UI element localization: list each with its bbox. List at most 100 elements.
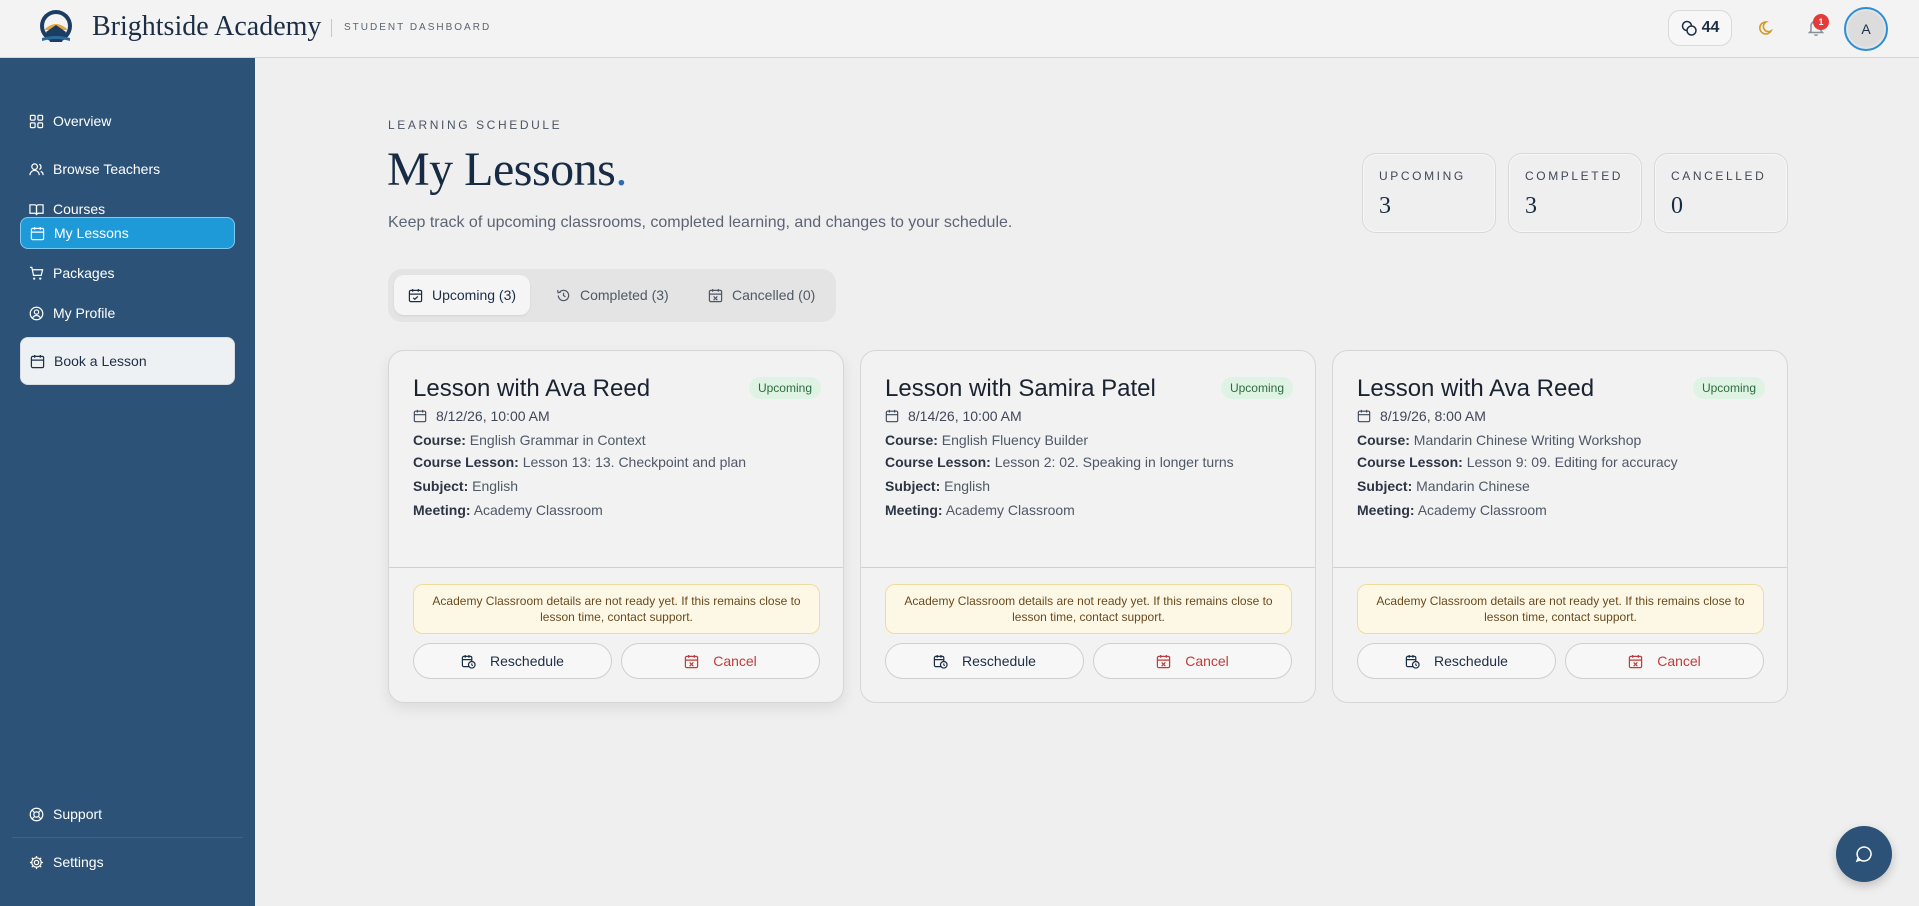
classroom-notice: Academy Classroom details are not ready … [1357, 584, 1764, 634]
calendar-icon [1357, 409, 1371, 423]
lesson-card: Lesson with Ava Reed Upcoming 8/19/26, 8… [1332, 350, 1788, 703]
stat-completed: COMPLETED 3 [1508, 153, 1642, 233]
user-avatar[interactable]: A [1844, 7, 1888, 51]
classroom-notice: Academy Classroom details are not ready … [413, 584, 820, 634]
lesson-meeting: Meeting: Academy Classroom [413, 502, 603, 518]
tab-completed[interactable]: Completed (3) [542, 275, 683, 315]
user-circle-icon [29, 306, 44, 320]
sidebar-item-support[interactable]: Support [20, 798, 235, 830]
stat-cancelled: CANCELLED 0 [1654, 153, 1788, 233]
credits-button[interactable]: 44 [1668, 10, 1732, 46]
chat-bubble-icon [1855, 846, 1872, 863]
lesson-date: 8/12/26, 10:00 AM [413, 408, 550, 424]
stat-upcoming: UPCOMING 3 [1362, 153, 1496, 233]
field-label: Course: [413, 432, 466, 448]
page-title: My Lessons. [387, 142, 627, 197]
stat-value: 3 [1525, 193, 1537, 219]
tab-upcoming[interactable]: Upcoming (3) [394, 275, 531, 315]
cancel-button[interactable]: Cancel [1093, 643, 1292, 679]
field-value: Academy Classroom [945, 502, 1075, 518]
field-label: Subject: [1357, 478, 1413, 494]
field-value: English Grammar in Context [469, 432, 646, 448]
sidebar-item-overview[interactable]: Overview [20, 105, 235, 137]
calendar-x-icon [1157, 654, 1171, 668]
lesson-course-lesson: Course Lesson: Lesson 9: 09. Editing for… [1357, 454, 1678, 470]
reschedule-label: Reschedule [490, 653, 564, 669]
history-icon [557, 289, 570, 301]
stat-value: 0 [1671, 193, 1683, 219]
field-label: Subject: [885, 478, 941, 494]
field-label: Course Lesson: [885, 454, 991, 470]
sidebar-item-my-lessons[interactable]: My Lessons [20, 217, 235, 249]
field-value: Academy Classroom [473, 502, 603, 518]
status-badge: Upcoming [748, 377, 821, 399]
field-label: Course: [1357, 432, 1410, 448]
stat-label: UPCOMING [1379, 169, 1466, 183]
stat-label: COMPLETED [1525, 169, 1624, 183]
calendar-clock-icon [933, 654, 948, 669]
lesson-course: Course: English Fluency Builder [885, 432, 1088, 448]
lesson-date-text: 8/19/26, 8:00 AM [1380, 408, 1486, 424]
status-badge: Upcoming [1220, 377, 1293, 399]
card-divider [389, 567, 843, 568]
reschedule-button[interactable]: Reschedule [413, 643, 612, 679]
cancel-label: Cancel [1657, 653, 1701, 669]
calendar-x-icon [685, 654, 699, 668]
lesson-title: Lesson with Samira Patel [885, 375, 1156, 402]
top-header: Brightside Academy STUDENT DASHBOARD 44 … [0, 0, 1919, 58]
lesson-subject: Subject: Mandarin Chinese [1357, 478, 1530, 494]
reschedule-button[interactable]: Reschedule [1357, 643, 1556, 679]
calendar-icon [885, 409, 899, 423]
tab-label: Upcoming (3) [432, 287, 517, 303]
sidebar-item-my-profile[interactable]: My Profile [20, 297, 235, 329]
page-title-text: My Lessons [387, 143, 616, 196]
sidebar-item-label: Courses [53, 201, 106, 217]
avatar-initial: A [1861, 21, 1871, 37]
book-lesson-button[interactable]: Book a Lesson [20, 337, 235, 385]
tab-cancelled[interactable]: Cancelled (0) [694, 275, 829, 315]
moon-icon[interactable] [1757, 18, 1777, 38]
lesson-date: 8/19/26, 8:00 AM [1357, 408, 1486, 424]
lesson-tabs: Upcoming (3) Completed (3) Cancelled (0) [388, 269, 836, 322]
status-badge: Upcoming [1692, 377, 1765, 399]
sidebar-item-label: My Lessons [54, 225, 129, 241]
field-label: Meeting: [1357, 502, 1415, 518]
field-label: Subject: [413, 478, 469, 494]
card-divider [861, 567, 1315, 568]
sidebar-item-settings[interactable]: Settings [20, 846, 235, 878]
brand-divider [331, 19, 332, 37]
calendar-x-icon [1629, 654, 1643, 668]
field-value: Lesson 9: 09. Editing for accuracy [1466, 454, 1678, 470]
sidebar-item-label: Packages [53, 265, 115, 281]
brand-subtitle: STUDENT DASHBOARD [344, 22, 492, 33]
sidebar-item-browse-teachers[interactable]: Browse Teachers [20, 153, 235, 185]
lesson-card: Lesson with Samira Patel Upcoming 8/14/2… [860, 350, 1316, 703]
grid-icon [29, 114, 44, 128]
field-label: Course Lesson: [413, 454, 519, 470]
reschedule-label: Reschedule [1434, 653, 1508, 669]
field-value: Mandarin Chinese Writing Workshop [1413, 432, 1642, 448]
sidebar-item-packages[interactable]: Packages [20, 257, 235, 289]
sidebar-item-label: Browse Teachers [53, 161, 161, 177]
calendar-icon [413, 409, 427, 423]
field-label: Meeting: [885, 502, 943, 518]
sidebar-divider [12, 837, 243, 838]
tab-label: Completed (3) [580, 287, 669, 303]
reschedule-button[interactable]: Reschedule [885, 643, 1084, 679]
brand-name[interactable]: Brightside Academy [92, 11, 321, 43]
academy-logo-icon[interactable] [36, 8, 76, 48]
stat-value: 3 [1379, 193, 1391, 219]
chat-button[interactable] [1836, 826, 1892, 882]
calendar-clock-icon [1405, 654, 1420, 669]
cancel-label: Cancel [1185, 653, 1229, 669]
field-label: Course: [885, 432, 938, 448]
field-value: Lesson 13: 13. Checkpoint and plan [522, 454, 747, 470]
lesson-card: Lesson with Ava Reed Upcoming 8/12/26, 1… [388, 350, 844, 703]
cancel-button[interactable]: Cancel [621, 643, 820, 679]
calendar-x-icon [708, 288, 723, 302]
calendar-icon [30, 226, 45, 240]
field-value: Academy Classroom [1417, 502, 1547, 518]
section-eyebrow: LEARNING SCHEDULE [388, 118, 563, 132]
lesson-course-lesson: Course Lesson: Lesson 13: 13. Checkpoint… [413, 454, 746, 470]
cancel-button[interactable]: Cancel [1565, 643, 1764, 679]
